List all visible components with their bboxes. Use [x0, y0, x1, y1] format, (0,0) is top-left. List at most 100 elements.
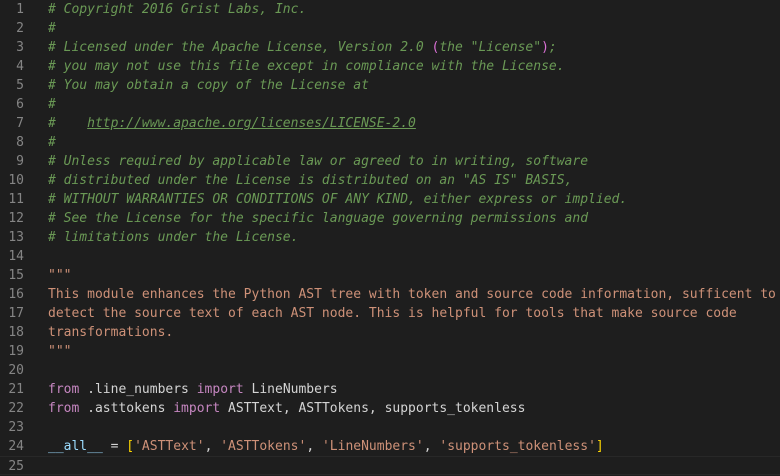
code-text[interactable]: # — [48, 95, 56, 114]
code-token-kw: import — [196, 382, 244, 397]
code-text[interactable]: # — [48, 133, 56, 152]
code-line[interactable]: 9 # Unless required by applicable law or … — [0, 152, 780, 171]
code-token-punc: , — [306, 439, 322, 454]
code-text[interactable]: # You may obtain a copy of the License a… — [48, 76, 369, 95]
code-token-qparen: ) — [541, 40, 549, 55]
code-token-bracket: ] — [595, 439, 604, 454]
line-number: 17 — [8, 306, 24, 321]
line-number: 9 — [16, 154, 24, 169]
line-number: 6 — [16, 97, 24, 112]
code-line[interactable]: 20 — [0, 361, 780, 380]
code-token-comment: # — [48, 97, 56, 112]
code-token-str: 'ASTText' — [134, 439, 205, 454]
code-text[interactable]: # limitations under the License. — [48, 228, 298, 247]
line-number: 21 — [8, 382, 24, 397]
code-line[interactable]: 7 # http://www.apache.org/licenses/LICENS… — [0, 114, 780, 133]
code-line[interactable]: 22 from .asttokens import ASTText, ASTTok… — [0, 399, 780, 418]
line-number: 24 — [8, 439, 24, 454]
code-text[interactable]: from .line_numbers import LineNumbers — [48, 380, 338, 399]
code-text[interactable]: # distributed under the License is distr… — [48, 171, 572, 190]
code-text[interactable]: detect the source text of each AST node.… — [48, 304, 737, 323]
code-text[interactable]: # Copyright 2016 Grist Labs, Inc. — [48, 0, 306, 19]
code-line[interactable]: 5 # You may obtain a copy of the License … — [0, 76, 780, 95]
code-line[interactable]: 25 — [0, 456, 780, 475]
code-token-plain: .line_numbers — [79, 382, 197, 397]
code-line[interactable]: 8 # — [0, 133, 780, 152]
code-token-doc: This module enhances the Python AST tree… — [48, 287, 776, 302]
code-text[interactable]: # http://www.apache.org/licenses/LICENSE… — [48, 114, 416, 133]
code-token-kw: from — [48, 401, 80, 416]
line-number: 14 — [8, 249, 24, 264]
code-token-plain: ASTText, ASTTokens, supports_tokenless — [220, 401, 526, 416]
code-token-comment: # — [48, 21, 56, 36]
code-token-comment: # Unless required by applicable law or a… — [48, 154, 589, 169]
code-line[interactable]: 21 from .line_numbers import LineNumbers — [0, 380, 780, 399]
code-token-str: 'LineNumbers' — [321, 439, 424, 454]
line-number: 25 — [8, 459, 24, 474]
code-text[interactable]: """ — [48, 266, 71, 285]
code-text[interactable]: # Licensed under the Apache License, Ver… — [48, 38, 557, 57]
code-token-str: 'supports_tokenless' — [439, 439, 596, 454]
code-line[interactable]: 24 __all__ = ['ASTText', 'ASTTokens', 'Li… — [0, 437, 780, 456]
code-token-punc: , — [204, 439, 221, 454]
code-line[interactable]: 23 — [0, 418, 780, 437]
code-line[interactable]: 18 transformations. — [0, 323, 780, 342]
line-number: 18 — [8, 325, 24, 340]
code-text[interactable]: # Unless required by applicable law or a… — [48, 152, 588, 171]
line-number: 20 — [8, 363, 24, 378]
code-text[interactable]: transformations. — [48, 323, 173, 342]
code-token-comment: # — [48, 135, 56, 150]
code-token-comment: the "License" — [439, 40, 542, 55]
code-line[interactable]: 4 # you may not use this file except in c… — [0, 57, 780, 76]
code-line[interactable]: 3 # Licensed under the Apache License, Ve… — [0, 38, 780, 57]
code-line[interactable]: 1 # Copyright 2016 Grist Labs, Inc. — [0, 0, 780, 19]
code-line[interactable]: 12 # See the License for the specific lan… — [0, 209, 780, 228]
code-text[interactable]: from .asttokens import ASTText, ASTToken… — [48, 399, 525, 418]
code-token-var: __all__ — [48, 439, 103, 454]
code-token-comment: # You may obtain a copy of the License a… — [48, 78, 369, 93]
code-text[interactable]: # See the License for the specific langu… — [48, 209, 588, 228]
code-token-comment: # you may not use this file except in co… — [48, 59, 565, 74]
code-token-kw: import — [173, 401, 221, 416]
code-token-comment: # limitations under the License. — [48, 230, 299, 245]
code-token-punc: = — [102, 439, 127, 454]
code-token-str: 'ASTTokens' — [220, 439, 307, 454]
line-number: 16 — [8, 287, 24, 302]
line-number: 5 — [16, 78, 24, 93]
code-text[interactable]: """ — [48, 342, 71, 361]
code-line[interactable]: 19 """ — [0, 342, 780, 361]
code-line[interactable]: 11 # WITHOUT WARRANTIES OR CONDITIONS OF … — [0, 190, 780, 209]
code-token-comment: # WITHOUT WARRANTIES OR CONDITIONS OF AN… — [48, 192, 628, 207]
code-line[interactable]: 16 This module enhances the Python AST tr… — [0, 285, 780, 304]
code-line[interactable]: 2 # — [0, 19, 780, 38]
code-line[interactable]: 17 detect the source text of each AST nod… — [0, 304, 780, 323]
code-token-doc: """ — [48, 344, 72, 359]
code-token-kw: from — [48, 382, 80, 397]
code-line[interactable]: 10 # distributed under the License is dis… — [0, 171, 780, 190]
line-number: 12 — [8, 211, 24, 226]
code-editor[interactable]: 1 # Copyright 2016 Grist Labs, Inc. 2 #3 # L… — [0, 0, 780, 476]
code-line[interactable]: 14 — [0, 247, 780, 266]
code-line[interactable]: 15 """ — [0, 266, 780, 285]
line-number: 7 — [16, 116, 24, 131]
code-token-comment: # Copyright 2016 Grist Labs, Inc. — [48, 2, 307, 17]
code-text[interactable]: # WITHOUT WARRANTIES OR CONDITIONS OF AN… — [48, 190, 627, 209]
code-token-comment: ; — [548, 40, 557, 55]
line-number: 4 — [16, 59, 24, 74]
code-token-plain: LineNumbers — [243, 382, 338, 397]
code-token-comment: # — [48, 116, 88, 131]
code-token-doc: detect the source text of each AST node.… — [48, 306, 737, 321]
code-token-comment: # See the License for the specific langu… — [48, 211, 589, 226]
code-token-punc: , — [423, 439, 440, 454]
code-token-doc: transformations. — [48, 325, 174, 340]
line-number: 22 — [8, 401, 24, 416]
code-text[interactable]: # you may not use this file except in co… — [48, 57, 565, 76]
code-text[interactable]: This module enhances the Python AST tree… — [48, 285, 776, 304]
code-text[interactable]: __all__ = ['ASTText', 'ASTTokens', 'Line… — [48, 437, 604, 456]
code-text[interactable]: # — [48, 19, 56, 38]
line-number: 13 — [8, 230, 24, 245]
line-number: 23 — [8, 420, 24, 435]
code-token-doc: """ — [48, 268, 72, 283]
code-line[interactable]: 13 # limitations under the License. — [0, 228, 780, 247]
code-line[interactable]: 6 # — [0, 95, 780, 114]
